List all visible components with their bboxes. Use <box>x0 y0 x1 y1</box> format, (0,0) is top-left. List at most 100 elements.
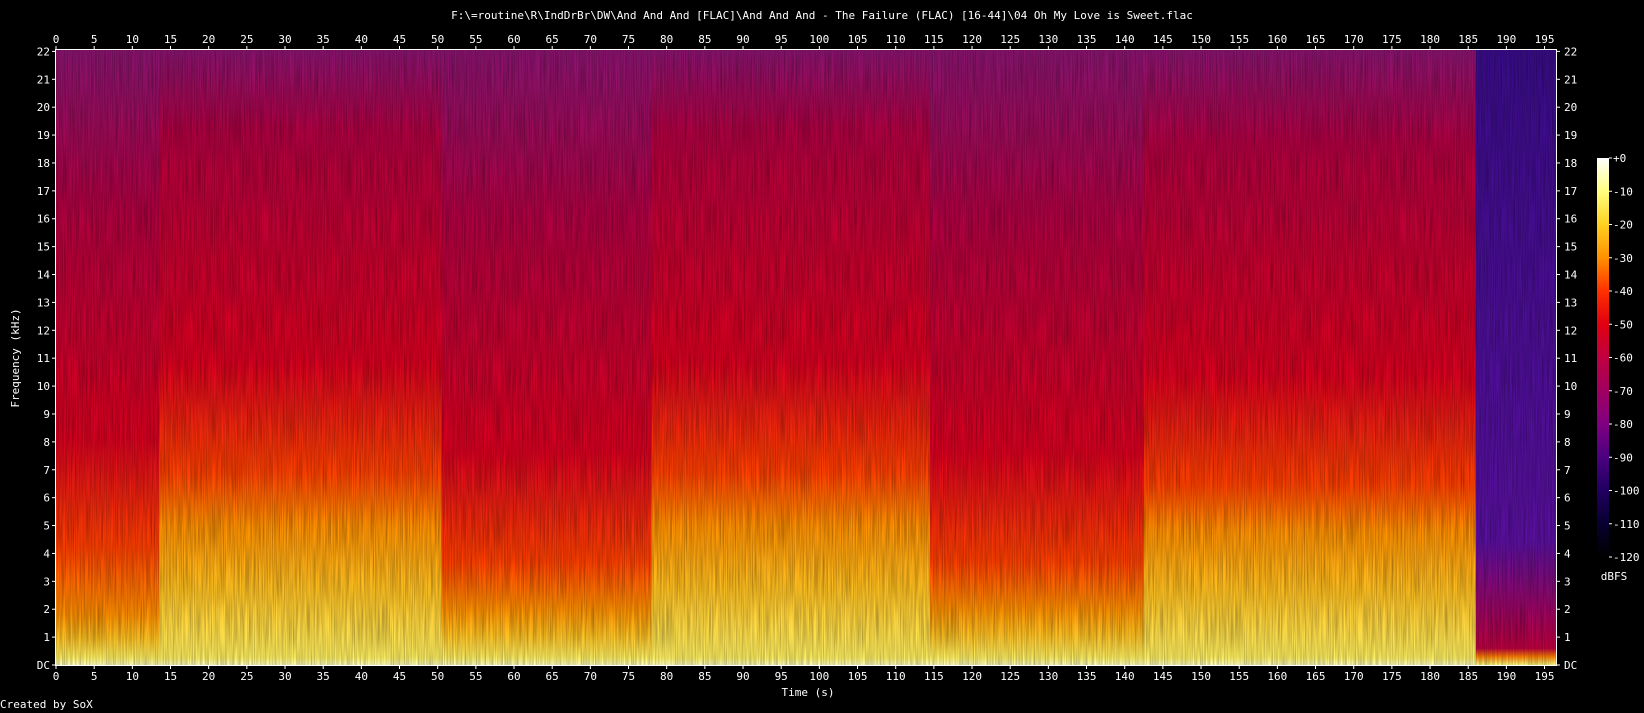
x-tick-label-top: 150 <box>1191 33 1211 46</box>
colorbar-tick-label: -120 <box>1613 551 1640 564</box>
x-tick-label-top: 50 <box>431 33 444 46</box>
x-tick-label-bottom: 20 <box>202 670 215 683</box>
y-tick-label-left: 20 <box>37 101 50 114</box>
spectrogram-texture <box>56 50 1556 665</box>
x-tick-label-bottom: 155 <box>1229 670 1249 683</box>
x-tick-label-top: 5 <box>91 33 98 46</box>
x-tick-label-bottom: 25 <box>240 670 253 683</box>
y-tick-label-left: 1 <box>43 631 50 644</box>
x-tick-label-top: 160 <box>1267 33 1287 46</box>
x-tick-label-bottom: 35 <box>317 670 330 683</box>
x-tick-label-bottom: 15 <box>164 670 177 683</box>
x-tick-label-bottom: 195 <box>1535 670 1555 683</box>
x-tick-label-bottom: 185 <box>1458 670 1478 683</box>
x-tick-label-bottom: 30 <box>278 670 291 683</box>
colorbar-tick-label: -10 <box>1613 185 1633 198</box>
x-tick-label-bottom: 130 <box>1038 670 1058 683</box>
x-tick-label-bottom: 180 <box>1420 670 1440 683</box>
x-tick-label-bottom: 120 <box>962 670 982 683</box>
x-tick-label-top: 95 <box>775 33 788 46</box>
credit-text: Created by SoX <box>0 698 93 711</box>
x-tick-label-top: 140 <box>1115 33 1135 46</box>
x-tick-label-bottom: 70 <box>584 670 597 683</box>
x-tick-label-top: 175 <box>1382 33 1402 46</box>
x-tick-label-bottom: 165 <box>1306 670 1326 683</box>
y-tick-label-right: 4 <box>1564 547 1571 560</box>
colorbar-tick-label: -20 <box>1613 219 1633 232</box>
x-tick-label-bottom: 80 <box>660 670 673 683</box>
x-tick-label-top: 60 <box>507 33 520 46</box>
x-tick-label-bottom: 85 <box>698 670 711 683</box>
x-tick-label-top: 30 <box>278 33 291 46</box>
y-tick-label-left: DC <box>37 659 50 672</box>
x-tick-label-top: 70 <box>584 33 597 46</box>
x-tick-label-top: 135 <box>1077 33 1097 46</box>
x-tick-label-bottom: 40 <box>355 670 368 683</box>
x-tick-label-bottom: 160 <box>1267 670 1287 683</box>
x-tick-label-bottom: 55 <box>469 670 482 683</box>
y-tick-label-right: 2 <box>1564 603 1571 616</box>
y-tick-label-left: 18 <box>37 157 50 170</box>
x-tick-label-bottom: 75 <box>622 670 635 683</box>
x-tick-label-top: 170 <box>1344 33 1364 46</box>
colorbar-tick-label: +0 <box>1613 152 1626 165</box>
x-tick-label-top: 15 <box>164 33 177 46</box>
y-tick-label-right: 8 <box>1564 436 1571 449</box>
x-tick-label-bottom: 125 <box>1000 670 1020 683</box>
x-tick-label-top: 85 <box>698 33 711 46</box>
x-tick-label-top: 55 <box>469 33 482 46</box>
x-tick-label-top: 10 <box>126 33 139 46</box>
colorbar-tick-label: -50 <box>1613 318 1633 331</box>
x-tick-label-top: 0 <box>53 33 60 46</box>
colorbar-tick-label: -70 <box>1613 385 1633 398</box>
x-tick-label-bottom: 135 <box>1077 670 1097 683</box>
y-tick-label-left: 12 <box>37 324 50 337</box>
y-tick-label-right: 6 <box>1564 492 1571 505</box>
x-tick-label-top: 100 <box>809 33 829 46</box>
y-tick-label-left: 9 <box>43 408 50 421</box>
y-tick-label-left: 15 <box>37 241 50 254</box>
y-tick-label-left: 14 <box>37 269 51 282</box>
x-tick-label-bottom: 100 <box>809 670 829 683</box>
y-tick-label-right: 10 <box>1564 380 1577 393</box>
y-tick-label-right: DC <box>1564 659 1577 672</box>
colorbar-tick-label: -30 <box>1613 252 1633 265</box>
y-tick-label-left: 7 <box>43 464 50 477</box>
x-tick-label-top: 180 <box>1420 33 1440 46</box>
y-tick-label-right: 22 <box>1564 45 1577 58</box>
y-tick-label-left: 16 <box>37 213 50 226</box>
y-tick-label-right: 19 <box>1564 129 1577 142</box>
x-tick-label-bottom: 60 <box>507 670 520 683</box>
y-tick-label-right: 9 <box>1564 408 1571 421</box>
colorbar-tick-label: -100 <box>1613 485 1640 498</box>
y-tick-label-left: 6 <box>43 492 50 505</box>
x-tick-label-bottom: 10 <box>126 670 139 683</box>
x-tick-label-bottom: 0 <box>53 670 60 683</box>
y-tick-label-left: 3 <box>43 575 50 588</box>
x-tick-label-bottom: 105 <box>848 670 868 683</box>
y-tick-label-right: 17 <box>1564 185 1577 198</box>
y-tick-label-left: 5 <box>43 520 50 533</box>
x-tick-label-bottom: 140 <box>1115 670 1135 683</box>
y-tick-label-left: 13 <box>37 296 50 309</box>
y-tick-label-left: 8 <box>43 436 50 449</box>
colorbar: +0 -10 -20 -30 -40 -50 -60 -70 -80 -90 -100 -110 -12… <box>1597 152 1640 564</box>
x-tick-label-top: 130 <box>1038 33 1058 46</box>
x-tick-label-top: 155 <box>1229 33 1249 46</box>
x-tick-label-top: 65 <box>546 33 559 46</box>
y-tick-label-right: 15 <box>1564 241 1577 254</box>
y-tick-label-left: 17 <box>37 185 50 198</box>
x-tick-label-bottom: 115 <box>924 670 944 683</box>
colorbar-tick-label: -90 <box>1613 451 1633 464</box>
colorbar-label: dBFS <box>1601 570 1628 583</box>
x-tick-label-top: 185 <box>1458 33 1478 46</box>
spectrogram-chart: 0055101015152020252530303535404045455050… <box>9 33 1640 699</box>
y-tick-label-left: 21 <box>37 73 50 86</box>
y-tick-label-right: 18 <box>1564 157 1577 170</box>
x-tick-label-top: 145 <box>1153 33 1173 46</box>
y-tick-label-right: 20 <box>1564 101 1577 114</box>
y-tick-label-right: 3 <box>1564 575 1571 588</box>
x-tick-label-bottom: 190 <box>1496 670 1516 683</box>
y-tick-label-left: 4 <box>43 547 50 560</box>
y-tick-label-right: 1 <box>1564 631 1571 644</box>
